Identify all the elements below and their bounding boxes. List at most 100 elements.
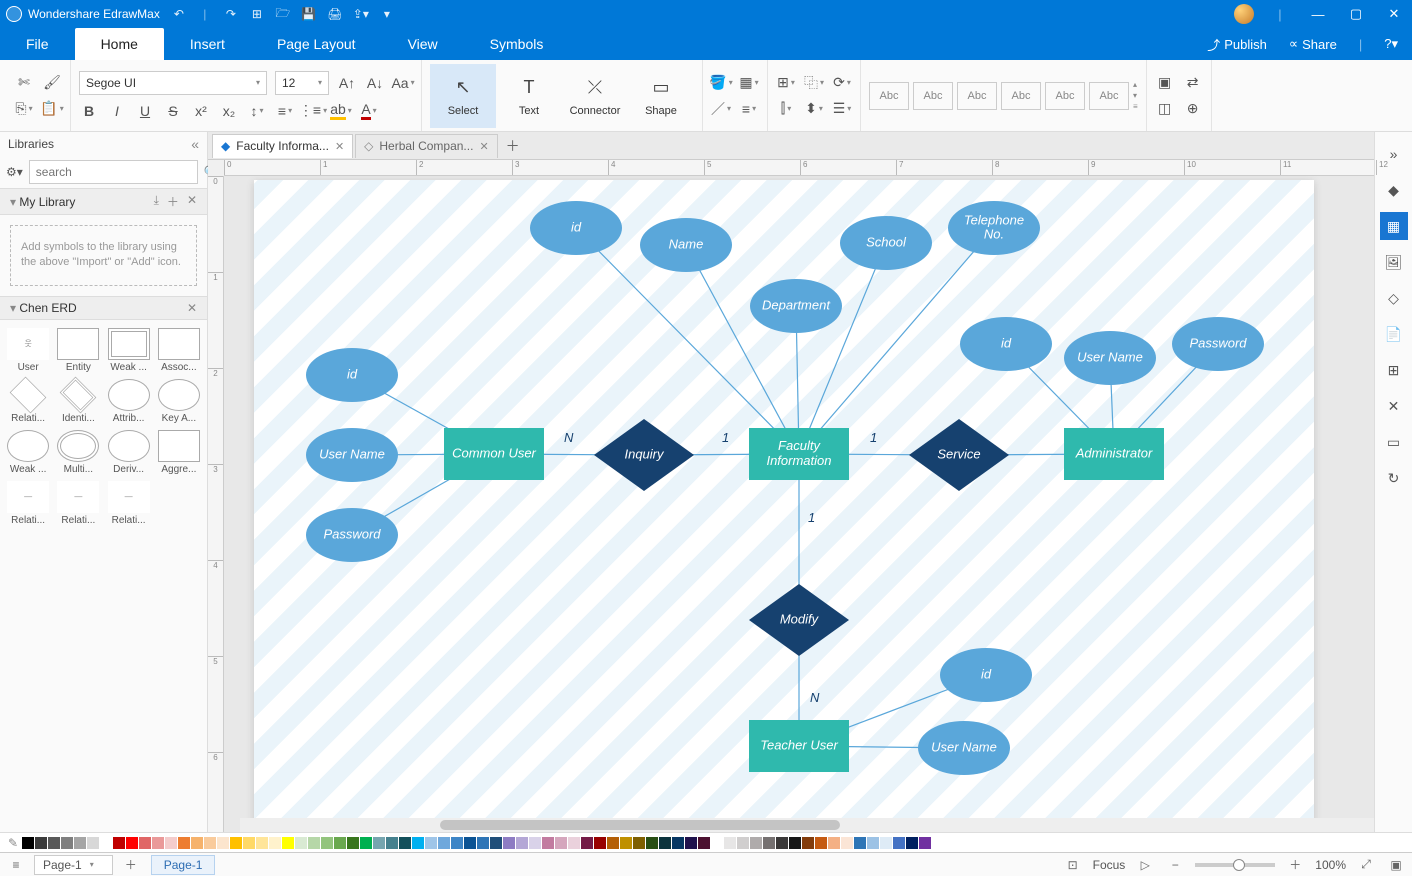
color-swatch[interactable] (490, 837, 502, 849)
numbering-button[interactable]: ≡ (275, 101, 295, 121)
lib-add-icon[interactable]: ＋ (167, 193, 179, 210)
superscript-button[interactable]: x² (191, 101, 211, 121)
color-swatch[interactable] (230, 837, 242, 849)
bold-button[interactable]: B (79, 101, 99, 121)
color-swatch[interactable] (672, 837, 684, 849)
color-swatch[interactable] (217, 837, 229, 849)
presentation-icon[interactable]: ▭ (1380, 428, 1408, 456)
history-icon[interactable]: ↻ (1380, 464, 1408, 492)
zoom-in-button[interactable]: ＋ (1285, 855, 1305, 875)
shape-weak ...[interactable]: Weak ... (4, 428, 52, 477)
close-icon[interactable]: ✕ (335, 140, 344, 153)
shape-user[interactable]: 웃User (4, 326, 52, 375)
underline-button[interactable]: U (135, 101, 155, 121)
publish-button[interactable]: ⤴Publish (1199, 30, 1275, 58)
libraries-collapse[interactable]: « (191, 136, 199, 152)
layers-button[interactable]: ▣ (1155, 73, 1175, 93)
doc-tab-2[interactable]: ◇Herbal Compan...✕ (355, 134, 498, 158)
shape-key a...[interactable]: Key A... (155, 377, 203, 426)
color-swatch[interactable] (633, 837, 645, 849)
color-swatch[interactable] (321, 837, 333, 849)
shape-entity[interactable]: Entity (54, 326, 102, 375)
align-button[interactable]: ⊞ (776, 73, 796, 93)
color-swatch[interactable] (334, 837, 346, 849)
color-swatch[interactable] (919, 837, 931, 849)
color-swatch[interactable] (373, 837, 385, 849)
shadow-button[interactable]: ▦ (739, 73, 759, 93)
color-swatch[interactable] (542, 837, 554, 849)
line-style-button[interactable]: ≡ (739, 99, 759, 119)
fill-button[interactable]: 🪣 (711, 73, 731, 93)
focus-icon[interactable]: ⊡ (1063, 855, 1083, 875)
strikethrough-button[interactable]: S (163, 101, 183, 121)
color-swatch[interactable] (763, 837, 775, 849)
close-icon[interactable]: ✕ (479, 140, 488, 153)
color-swatch[interactable] (22, 837, 34, 849)
doc-tab-1[interactable]: ◆Faculty Informa...✕ (212, 134, 353, 158)
my-library-header[interactable]: ▾ My Library ⤓ ＋ ✕ (0, 188, 207, 215)
style-expand[interactable]: ≡ (1133, 102, 1138, 111)
tab-symbols[interactable]: Symbols (464, 28, 570, 60)
fit-page-icon[interactable]: ⤢ (1356, 855, 1376, 875)
color-swatch[interactable] (165, 837, 177, 849)
canvas-page[interactable]: idUser NamePasswordidNameDepartmentSchoo… (254, 180, 1314, 832)
color-swatch[interactable] (386, 837, 398, 849)
page-list-icon[interactable]: ≡ (6, 855, 26, 875)
color-swatch[interactable] (178, 837, 190, 849)
font-color-button[interactable]: A (359, 101, 379, 121)
eyedropper-icon[interactable]: ✎ (4, 836, 22, 850)
style-preset-2[interactable]: Abc (913, 82, 953, 110)
color-swatch[interactable] (581, 837, 593, 849)
color-swatch[interactable] (139, 837, 151, 849)
shape-relati...[interactable]: Relati... (4, 377, 52, 426)
color-swatch[interactable] (776, 837, 788, 849)
lib-import-icon[interactable]: ⤓ (154, 193, 159, 210)
zoom-out-button[interactable]: − (1165, 855, 1185, 875)
color-swatch[interactable] (74, 837, 86, 849)
tab-page-layout[interactable]: Page Layout (251, 28, 382, 60)
color-swatch[interactable] (828, 837, 840, 849)
shape-aggre...[interactable]: Aggre... (155, 428, 203, 477)
page-selector[interactable]: Page-1▾ (34, 855, 113, 875)
help-button[interactable]: ?▾ (1376, 30, 1406, 58)
shape-assoc...[interactable]: Assoc... (155, 326, 203, 375)
color-swatch[interactable] (789, 837, 801, 849)
add-page-button[interactable]: ＋ (121, 855, 141, 875)
color-swatch[interactable] (87, 837, 99, 849)
font-size-select[interactable]: 12▾ (275, 71, 329, 95)
notes-icon[interactable]: 📄 (1380, 320, 1408, 348)
color-swatch[interactable] (841, 837, 853, 849)
color-swatch[interactable] (126, 837, 138, 849)
color-swatch[interactable] (802, 837, 814, 849)
line-spacing-button[interactable]: ↕ (247, 101, 267, 121)
color-swatch[interactable] (48, 837, 60, 849)
color-swatch[interactable] (854, 837, 866, 849)
group-button[interactable]: ⿻ (804, 73, 824, 93)
color-swatch[interactable] (347, 837, 359, 849)
color-swatch[interactable] (698, 837, 710, 849)
color-swatch[interactable] (529, 837, 541, 849)
format-painter-icon[interactable]: ◆ (1380, 176, 1408, 204)
color-swatch[interactable] (477, 837, 489, 849)
color-swatch[interactable] (880, 837, 892, 849)
position-button[interactable]: ◫ (1155, 99, 1175, 119)
size-button[interactable]: ⬍ (804, 99, 824, 119)
presentation-mode-icon[interactable]: ▷ (1135, 855, 1155, 875)
color-swatch[interactable] (100, 837, 112, 849)
color-swatch[interactable] (360, 837, 372, 849)
shape-multi...[interactable]: Multi... (54, 428, 102, 477)
highlight-button[interactable]: ab (331, 101, 351, 121)
more-button[interactable]: ⊕ (1183, 99, 1203, 119)
color-swatch[interactable] (61, 837, 73, 849)
chen-erd-header[interactable]: ▾ Chen ERD ✕ (0, 296, 207, 320)
italic-button[interactable]: I (107, 101, 127, 121)
theme-icon[interactable]: ▦ (1380, 212, 1408, 240)
library-search-input[interactable] (29, 160, 198, 184)
shape-deriv...[interactable]: Deriv... (105, 428, 153, 477)
qat-dropdown[interactable]: ▾ (378, 5, 396, 23)
layers-icon[interactable]: ◇ (1380, 284, 1408, 312)
bullets-button[interactable]: ⋮≡ (303, 101, 323, 121)
tab-file[interactable]: File (0, 28, 75, 60)
color-swatch[interactable] (412, 837, 424, 849)
tab-view[interactable]: View (382, 28, 464, 60)
